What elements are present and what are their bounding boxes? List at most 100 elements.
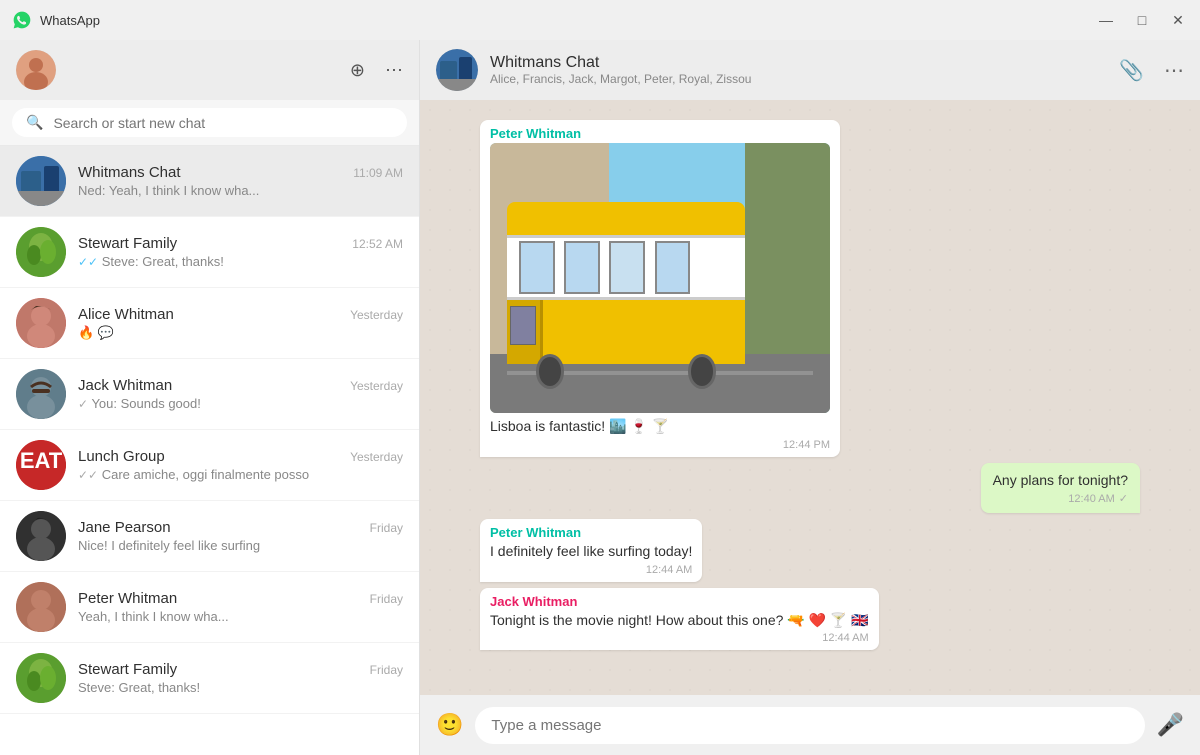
chat-top-jane: Jane Pearson Friday [78, 519, 403, 536]
chat-avatar-lunch: EAT [16, 440, 66, 490]
close-button[interactable]: ✕ [1168, 12, 1188, 29]
message-2: Any plans for tonight? 12:40 AM ✓ [981, 463, 1140, 514]
chat-list: Whitmans Chat 11:09 AM Ned: Yeah, I thin… [0, 146, 419, 755]
menu-button[interactable]: ⋯ [385, 60, 403, 81]
msg-sender-peter-2: Peter Whitman [490, 525, 692, 540]
chat-top-jack: Jack Whitman Yesterday [78, 377, 403, 394]
msg-time-2: 12:40 AM [1068, 493, 1114, 505]
tram-window-2 [564, 241, 600, 294]
message-input[interactable] [475, 707, 1144, 744]
chat-info-lunch: Lunch Group Yesterday ✓✓ Care amiche, og… [78, 448, 403, 482]
chat-name-stewart: Stewart Family [78, 235, 177, 252]
mic-button[interactable]: 🎤 [1157, 712, 1184, 738]
emoji-button[interactable]: 🙂 [436, 712, 463, 738]
chat-time-stewart: 12:52 AM [352, 237, 403, 251]
search-input[interactable] [53, 115, 393, 131]
chat-info-alice: Alice Whitman Yesterday 🔥 💬 [78, 306, 403, 341]
chat-info-whitmans: Whitmans Chat 11:09 AM Ned: Yeah, I thin… [78, 164, 403, 198]
maximize-button[interactable]: □ [1132, 12, 1152, 28]
jane-avatar-image [16, 511, 66, 561]
chat-item-lunch[interactable]: EAT Lunch Group Yesterday ✓✓ Care amiche… [0, 430, 419, 501]
header-menu-icon[interactable]: ⋯ [1164, 58, 1184, 83]
messages-area: Peter Whitman [420, 100, 1200, 695]
chat-avatar-alice [16, 298, 66, 348]
msg-text-4: Tonight is the movie night! How about th… [490, 611, 869, 631]
chat-avatar-whitmans [16, 156, 66, 206]
app-title: WhatsApp [40, 13, 100, 28]
attach-icon[interactable]: 📎 [1119, 58, 1144, 83]
my-avatar[interactable] [16, 50, 56, 90]
chat-item-peter[interactable]: Peter Whitman Friday Yeah, I think I kno… [0, 572, 419, 643]
chat-item-jane[interactable]: Jane Pearson Friday Nice! I definitely f… [0, 501, 419, 572]
single-check-icon: ✓ [78, 397, 88, 411]
chat-name-jane: Jane Pearson [78, 519, 171, 536]
chat-preview-peter: Yeah, I think I know wha... [78, 609, 403, 624]
chat-name-stewart2: Stewart Family [78, 661, 177, 678]
chat-name-lunch: Lunch Group [78, 448, 165, 465]
chat-time-jane: Friday [370, 521, 403, 535]
chat-preview-lunch: ✓✓ Care amiche, oggi finalmente posso [78, 467, 403, 482]
chat-avatar-stewart [16, 227, 66, 277]
search-inner: 🔍 [12, 108, 407, 137]
stewart2-avatar-image [16, 653, 66, 703]
chat-time-peter: Friday [370, 592, 403, 606]
msg-text-3: I definitely feel like surfing today! [490, 542, 692, 562]
lunch-avatar-image: EAT [16, 440, 66, 490]
sent-check-icon: ✓ [1119, 492, 1128, 505]
chat-info-stewart: Stewart Family 12:52 AM ✓✓ Steve: Great,… [78, 235, 403, 269]
app-container: ⊕ ⋯ 🔍 [0, 40, 1200, 755]
new-chat-button[interactable]: ⊕ [350, 60, 365, 81]
chat-time-alice: Yesterday [350, 308, 403, 322]
chat-top-alice: Alice Whitman Yesterday [78, 306, 403, 323]
tram-body [507, 202, 745, 364]
chat-info-stewart2: Stewart Family Friday Steve: Great, than… [78, 661, 403, 695]
peter-avatar-image [16, 582, 66, 632]
chat-avatar-jane [16, 511, 66, 561]
tram-image [490, 143, 830, 413]
chat-preview-whitmans: Ned: Yeah, I think I know wha... [78, 183, 403, 198]
window-controls: — □ ✕ [1096, 12, 1188, 29]
group-avatar [436, 49, 478, 91]
chat-time-jack: Yesterday [350, 379, 403, 393]
chat-item-stewart[interactable]: Stewart Family 12:52 AM ✓✓ Steve: Great,… [0, 217, 419, 288]
msg-time-4: 12:44 AM [822, 632, 868, 644]
chat-header-actions: 📎 ⋯ [1119, 58, 1184, 83]
chat-header-members: Alice, Francis, Jack, Margot, Peter, Roy… [490, 72, 1107, 86]
tram-front-window [510, 306, 536, 345]
chat-name-peter: Peter Whitman [78, 590, 177, 607]
double-check-icon: ✓✓ [78, 255, 98, 269]
chat-preview-jane: Nice! I definitely feel like surfing [78, 538, 403, 553]
chat-header-name: Whitmans Chat [490, 54, 1107, 72]
chat-top-lunch: Lunch Group Yesterday [78, 448, 403, 465]
svg-text:EAT: EAT [20, 448, 63, 473]
msg-sender-peter: Peter Whitman [490, 126, 830, 141]
msg-time-1: 12:44 PM [783, 439, 830, 451]
titlebar-left: WhatsApp [12, 10, 100, 30]
chat-item-stewart2[interactable]: Stewart Family Friday Steve: Great, than… [0, 643, 419, 714]
chat-header-info: Whitmans Chat Alice, Francis, Jack, Marg… [490, 54, 1107, 86]
minimize-button[interactable]: — [1096, 12, 1116, 28]
left-panel: ⊕ ⋯ 🔍 [0, 40, 420, 755]
msg-time-3: 12:44 AM [646, 564, 692, 576]
chat-top-whitmans: Whitmans Chat 11:09 AM [78, 164, 403, 181]
right-panel: Whitmans Chat Alice, Francis, Jack, Marg… [420, 40, 1200, 755]
search-icon: 🔍 [26, 114, 43, 131]
chat-top-stewart2: Stewart Family Friday [78, 661, 403, 678]
tram-window-1 [519, 241, 555, 294]
chat-item-alice[interactable]: Alice Whitman Yesterday 🔥 💬 [0, 288, 419, 359]
search-bar: 🔍 [0, 100, 419, 146]
msg-meta-2: 12:40 AM ✓ [993, 492, 1128, 505]
left-header: ⊕ ⋯ [0, 40, 419, 100]
chat-item-jack[interactable]: Jack Whitman Yesterday ✓ You: Sounds goo… [0, 359, 419, 430]
tram-front [507, 300, 543, 365]
chat-info-peter: Peter Whitman Friday Yeah, I think I kno… [78, 590, 403, 624]
chat-item-whitmans[interactable]: Whitmans Chat 11:09 AM Ned: Yeah, I thin… [0, 146, 419, 217]
msg-text-1: Lisboa is fantastic! 🏙️ 🍷 🍸 [490, 417, 830, 437]
chat-avatar-peter [16, 582, 66, 632]
chat-preview-alice: 🔥 💬 [78, 325, 403, 341]
left-header-actions: ⊕ ⋯ [350, 60, 403, 81]
tram-wheel-left [536, 354, 565, 389]
message-3: Peter Whitman I definitely feel like sur… [480, 519, 702, 582]
chat-name-whitmans: Whitmans Chat [78, 164, 181, 181]
msg-meta-3: 12:44 AM [490, 564, 692, 576]
